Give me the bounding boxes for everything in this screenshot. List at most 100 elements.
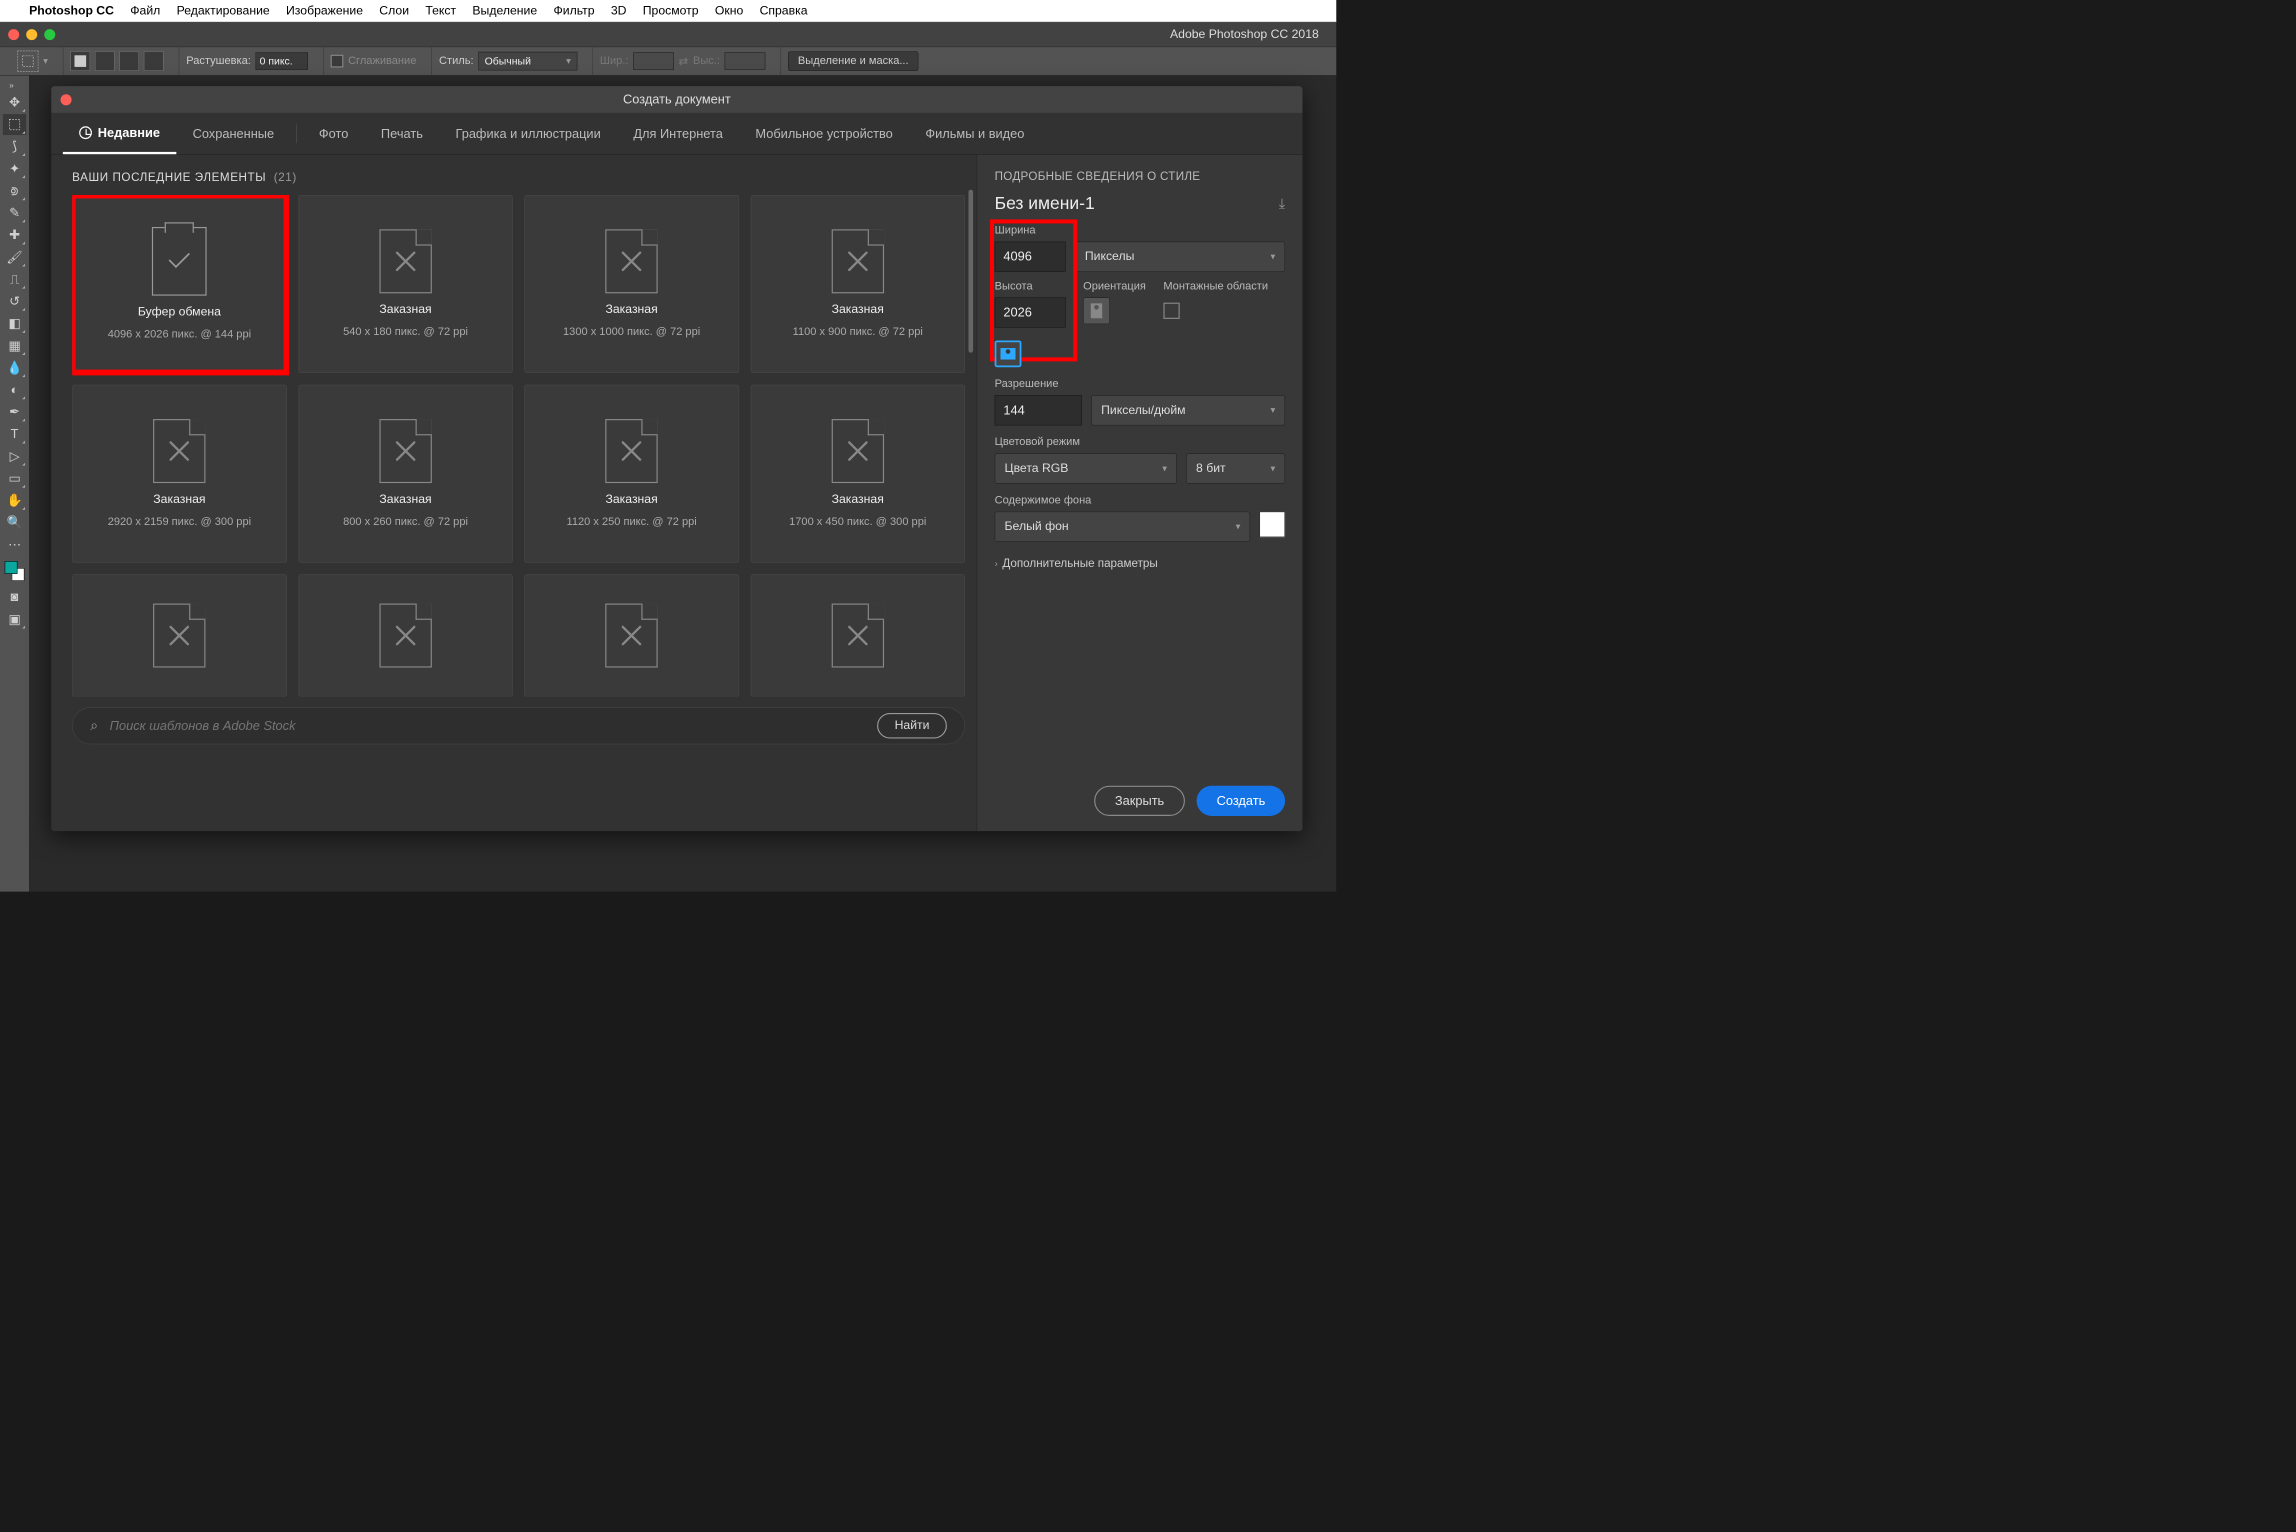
toolbar-expand-icon[interactable]: » [9,80,19,88]
lasso-tool-icon[interactable]: ⟆ [3,136,26,157]
brush-tool-icon[interactable]: 🖌 [3,247,26,268]
current-tool-icon[interactable] [17,51,38,72]
preset-title: Буфер обмена [138,305,221,319]
dialog-close-icon[interactable] [61,94,72,105]
find-button[interactable]: Найти [877,713,947,739]
fg-bg-color-icon[interactable] [3,556,26,585]
menu-filter[interactable]: Фильтр [553,4,594,18]
background-select[interactable]: Белый фон▾ [995,512,1250,542]
selection-mode-intersect-icon[interactable] [144,51,164,71]
stamp-tool-icon[interactable]: ⎍ [3,269,26,290]
menu-text[interactable]: Текст [425,4,456,18]
orientation-portrait-icon[interactable] [1083,297,1110,324]
quick-select-tool-icon[interactable]: ✦ [3,158,26,179]
tab-mobile[interactable]: Мобильное устройство [739,113,909,154]
select-and-mask-button[interactable]: Выделение и маска... [788,51,918,71]
dodge-tool-icon[interactable]: ◐ [3,379,26,400]
width-field-input[interactable] [995,242,1066,272]
gradient-tool-icon[interactable]: ▦ [3,335,26,356]
preset-card[interactable]: Заказная1120 x 250 пикс. @ 72 ppi [524,385,738,563]
shape-tool-icon[interactable]: ▭ [3,468,26,489]
advanced-toggle[interactable]: ›Дополнительные параметры [995,557,1285,570]
screen-mode-icon[interactable]: ▣ [3,609,26,630]
document-icon [379,419,431,483]
blur-tool-icon[interactable]: 💧 [3,357,26,378]
orientation-landscape-icon[interactable] [995,340,1022,367]
feather-input[interactable] [256,52,308,69]
scrollbar-thumb[interactable] [968,190,973,353]
preset-card[interactable]: Заказная 1100 x 900 пикс. @ 72 ppi [750,195,964,373]
app-name[interactable]: Photoshop CC [29,4,114,18]
height-field-input[interactable] [995,297,1066,327]
units-select[interactable]: Пикселы▾ [1075,242,1285,272]
pen-tool-icon[interactable]: ✒ [3,402,26,423]
workspace-canvas: Создать документ Недавние Сохраненные Фо… [29,76,1336,892]
preset-subtitle: 1100 x 900 пикс. @ 72 ppi [793,326,923,339]
menu-edit[interactable]: Редактирование [177,4,270,18]
close-button[interactable]: Закрыть [1094,786,1185,816]
preset-card[interactable] [750,574,964,696]
hand-tool-icon[interactable]: ✋ [3,490,26,511]
menu-image[interactable]: Изображение [286,4,363,18]
history-brush-tool-icon[interactable]: ↺ [3,291,26,312]
eyedropper-tool-icon[interactable]: ✎ [3,203,26,224]
menu-window[interactable]: Окно [715,4,743,18]
preset-card[interactable]: Буфер обмена 4096 x 2026 пикс. @ 144 ppi [72,195,286,373]
preset-card[interactable] [298,574,512,696]
background-color-swatch[interactable] [1259,512,1285,538]
preset-subtitle: 4096 x 2026 пикс. @ 144 ppi [108,328,251,341]
menu-help[interactable]: Справка [760,4,808,18]
document-icon [832,604,884,668]
tab-web[interactable]: Для Интернета [617,113,739,154]
eraser-tool-icon[interactable]: ◧ [3,313,26,334]
bit-depth-select[interactable]: 8 бит▾ [1186,453,1285,483]
zoom-tool-icon[interactable]: 🔍 [3,512,26,533]
selection-mode-add-icon[interactable] [95,51,115,71]
crop-tool-icon[interactable]: ⟄ [3,180,26,201]
selection-mode-new-icon[interactable] [70,51,90,71]
tool-preset-chevron-icon[interactable]: ▾ [43,55,48,67]
quick-mask-icon[interactable]: ◙ [3,587,26,608]
preset-subtitle: 1120 x 250 пикс. @ 72 ppi [567,516,697,529]
menu-select[interactable]: Выделение [472,4,537,18]
tab-saved[interactable]: Сохраненные [176,113,290,154]
save-preset-icon[interactable]: ⤓ [1279,196,1285,212]
preset-card[interactable]: Заказная2920 x 2159 пикс. @ 300 ppi [72,385,286,563]
resolution-units-select[interactable]: Пикселы/дюйм▾ [1091,395,1285,425]
tab-photo[interactable]: Фото [303,113,365,154]
tab-recent[interactable]: Недавние [63,113,176,154]
artboards-checkbox[interactable] [1163,303,1179,319]
tab-video[interactable]: Фильмы и видео [909,113,1041,154]
menu-layers[interactable]: Слои [379,4,409,18]
menu-view[interactable]: Просмотр [643,4,699,18]
selection-mode-subtract-icon[interactable] [119,51,139,71]
marquee-tool-icon[interactable] [3,114,26,135]
preset-card[interactable]: Заказная1700 x 450 пикс. @ 300 ppi [750,385,964,563]
color-mode-select[interactable]: Цвета RGB▾ [995,453,1177,483]
more-tools-icon[interactable]: ⋯ [3,534,26,555]
document-name[interactable]: Без имени-1 [995,194,1095,214]
preset-card[interactable] [72,574,286,696]
preset-title: Заказная [153,492,205,506]
menu-3d[interactable]: 3D [611,4,627,18]
antialias-checkbox[interactable] [331,55,344,68]
preset-title: Заказная [832,303,884,317]
tab-print[interactable]: Печать [365,113,440,154]
preset-card[interactable] [524,574,738,696]
stock-search-input[interactable] [110,718,866,733]
color-mode-label: Цветовой режим [995,436,1285,449]
move-tool-icon[interactable]: ✥ [3,92,26,113]
resolution-input[interactable] [995,395,1082,425]
healing-tool-icon[interactable]: ✚ [3,225,26,246]
preset-card[interactable]: Заказная540 x 180 пикс. @ 72 ppi [298,195,512,373]
create-button[interactable]: Создать [1197,786,1285,816]
style-label: Стиль: [439,55,474,68]
preset-card[interactable]: Заказная800 x 260 пикс. @ 72 ppi [298,385,512,563]
style-select[interactable]: Обычный▾ [478,52,577,71]
preset-card[interactable]: Заказная1300 x 1000 пикс. @ 72 ppi [524,195,738,373]
tab-graphics[interactable]: Графика и иллюстрации [439,113,617,154]
tools-panel: » ✥ ⟆ ✦ ⟄ ✎ ✚ 🖌 ⎍ ↺ ◧ ▦ 💧 ◐ ✒ T ▷ ▭ ✋ 🔍 … [0,76,29,892]
menu-file[interactable]: Файл [130,4,160,18]
type-tool-icon[interactable]: T [3,424,26,445]
path-select-tool-icon[interactable]: ▷ [3,446,26,467]
